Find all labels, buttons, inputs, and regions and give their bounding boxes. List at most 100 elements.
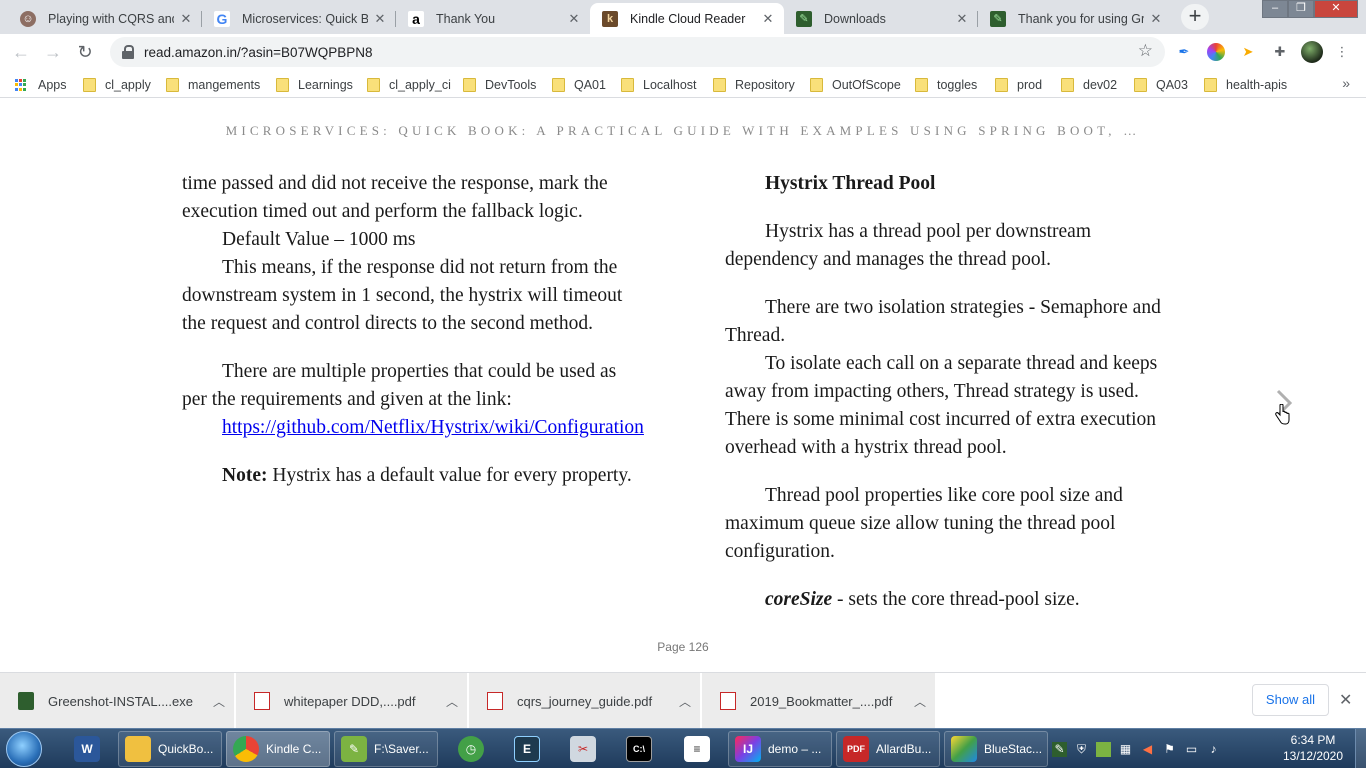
window-close-icon[interactable]: ✕ (1314, 0, 1358, 18)
extensions-puzzle-icon[interactable]: ✚ (1271, 43, 1289, 61)
bookmark-apps[interactable]: Apps (15, 75, 67, 95)
bookmark-folder[interactable]: OutOfScope (810, 75, 901, 95)
tab-cqrs[interactable]: ☺ Playing with CQRS and E ✕ (8, 3, 202, 34)
taskbar-explorer[interactable]: QuickBo... (118, 731, 222, 767)
bookmark-folder[interactable]: QA01 (552, 75, 606, 95)
tab-title: Microservices: Quick Boo (242, 11, 368, 26)
chevron-up-icon[interactable]: ︿ (204, 693, 234, 710)
download-item[interactable]: 2019_Bookmatter_....pdf ︿ (702, 673, 935, 729)
bluestacks-tray-icon[interactable] (1096, 741, 1111, 757)
chevron-up-icon[interactable]: ︿ (905, 693, 935, 710)
bookmark-folder[interactable]: toggles (915, 75, 977, 95)
forward-icon[interactable]: → (40, 40, 66, 66)
volume-icon[interactable]: ◀ (1140, 742, 1155, 757)
tab-kindle-cloud-reader[interactable]: k Kindle Cloud Reader ✕ (590, 3, 784, 34)
bookmark-folder[interactable]: Repository (713, 75, 795, 95)
bookmark-label: DevTools (485, 78, 537, 92)
kindle-reader-page: MICROSERVICES: QUICK BOOK: A PRACTICAL G… (0, 98, 1366, 672)
reload-icon[interactable]: ↻ (72, 40, 98, 66)
bookmark-star-icon[interactable]: ☆ (1138, 41, 1153, 61)
bookmark-folder[interactable]: Localhost (621, 75, 697, 95)
bookmarks-bar: Apps cl_apply mangements Learnings cl_ap… (0, 71, 1366, 98)
bookmark-folder[interactable]: health-apis (1204, 75, 1287, 95)
bookmark-folder[interactable]: Learnings (276, 75, 353, 95)
display-icon[interactable]: ▭ (1184, 742, 1199, 757)
github-link[interactable]: https://github.com/Netflix/Hystrix/wiki/… (222, 417, 644, 438)
folder-icon (1134, 78, 1147, 92)
url-text[interactable]: read.amazon.in/?asin=B07WQPBPN8 (144, 45, 373, 60)
bluestacks-icon (951, 736, 977, 762)
taskbar-snipping[interactable]: ✂ (564, 731, 600, 767)
paragraph: This means, if the response did not retu… (182, 257, 623, 334)
close-icon[interactable]: ✕ (760, 11, 776, 27)
bookmark-folder[interactable]: dev02 (1061, 75, 1117, 95)
close-icon[interactable]: ✕ (566, 11, 582, 27)
chevron-more-icon[interactable]: » (1342, 75, 1350, 91)
download-item[interactable]: cqrs_journey_guide.pdf ︿ (469, 673, 700, 729)
profile-avatar[interactable] (1301, 41, 1323, 63)
color-picker-extension-icon[interactable] (1207, 43, 1225, 61)
new-tab-button[interactable]: + (1181, 4, 1209, 30)
taskbar-label: BlueStac... (984, 742, 1043, 756)
taskbar-notepad[interactable]: ✎ F:\Saver... (334, 731, 438, 767)
close-icon[interactable]: ✕ (1148, 11, 1164, 27)
pdf-file-icon (720, 692, 736, 710)
bookmark-label: Localhost (643, 78, 697, 92)
tab-greenshot[interactable]: ✎ Thank you for using Gree ✕ (978, 3, 1172, 34)
bookmark-folder[interactable]: QA03 (1134, 75, 1188, 95)
folder-icon (915, 78, 928, 92)
arrow-extension-icon[interactable]: ➤ (1239, 43, 1257, 61)
bookmark-folder[interactable]: prod (995, 75, 1042, 95)
download-name: 2019_Bookmatter_....pdf (750, 693, 893, 709)
show-all-button[interactable]: Show all (1252, 684, 1329, 716)
tab-downloads[interactable]: ✎ Downloads ✕ (784, 3, 978, 34)
bookmark-folder[interactable]: mangements (166, 75, 260, 95)
close-icon[interactable]: ✕ (954, 11, 970, 27)
taskbar-label: Kindle C... (266, 742, 322, 756)
download-item[interactable]: whitepaper DDD,....pdf ︿ (236, 673, 467, 729)
back-icon[interactable]: ← (8, 40, 34, 66)
bookmark-label: dev02 (1083, 78, 1118, 92)
shield-icon[interactable]: ⛨ (1074, 742, 1089, 757)
menu-kebab-icon[interactable]: ⋮ (1333, 43, 1351, 61)
bookmark-folder[interactable]: cl_apply_ci (367, 75, 451, 95)
taskbar-word[interactable]: W (68, 731, 104, 767)
taskbar-cmd[interactable]: C:\ (620, 731, 656, 767)
close-icon[interactable]: ✕ (1339, 690, 1352, 710)
tab-thank-you[interactable]: a Thank You ✕ (396, 3, 590, 34)
taskbar-label: AllardBu... (876, 742, 932, 756)
greenshot-tray-icon[interactable]: ✎ (1052, 741, 1067, 757)
speaker-icon[interactable]: ♪ (1206, 742, 1221, 757)
taskbar-bluestacks[interactable]: BlueStac... (944, 731, 1048, 767)
minimize-icon[interactable]: – (1262, 0, 1288, 18)
word-icon: W (74, 736, 100, 762)
system-clock[interactable]: 6:34 PM 13/12/2020 (1276, 732, 1350, 764)
folder-icon (367, 78, 380, 92)
chevron-up-icon[interactable]: ︿ (670, 693, 700, 710)
taskbar-pdf-reader[interactable]: PDF AllardBu... (836, 731, 940, 767)
taskbar-document[interactable]: ≡ (678, 731, 714, 767)
bookmark-folder[interactable]: cl_apply (83, 75, 151, 95)
flag-icon[interactable]: ⚑ (1162, 742, 1177, 757)
network-icon[interactable]: ▦ (1118, 742, 1133, 757)
lock-icon[interactable] (122, 45, 134, 59)
chevron-up-icon[interactable]: ︿ (437, 693, 467, 710)
close-icon[interactable]: ✕ (178, 11, 194, 27)
taskbar-intellij[interactable]: IJ demo – ... (728, 731, 832, 767)
start-button[interactable] (6, 731, 42, 767)
taskbar-chrome[interactable]: Kindle C... (226, 731, 330, 767)
bookmark-folder[interactable]: DevTools (463, 75, 536, 95)
folder-icon (83, 78, 96, 92)
bookmark-label: Repository (735, 78, 795, 92)
taskbar-clock-app[interactable]: ◷ (452, 731, 488, 767)
address-bar[interactable]: read.amazon.in/?asin=B07WQPBPN8 ☆ (110, 37, 1165, 67)
maximize-icon[interactable]: ❐ (1288, 0, 1314, 18)
taskbar-editor[interactable]: E (508, 731, 544, 767)
show-desktop-button[interactable] (1355, 729, 1366, 768)
close-icon[interactable]: ✕ (372, 11, 388, 27)
amazon-icon: a (408, 10, 424, 27)
folder-icon (125, 736, 151, 762)
tab-microservices[interactable]: G Microservices: Quick Boo ✕ (202, 3, 396, 34)
download-item[interactable]: Greenshot-INSTAL....exe ︿ (0, 673, 234, 729)
pen-extension-icon[interactable]: ✒ (1175, 43, 1193, 61)
